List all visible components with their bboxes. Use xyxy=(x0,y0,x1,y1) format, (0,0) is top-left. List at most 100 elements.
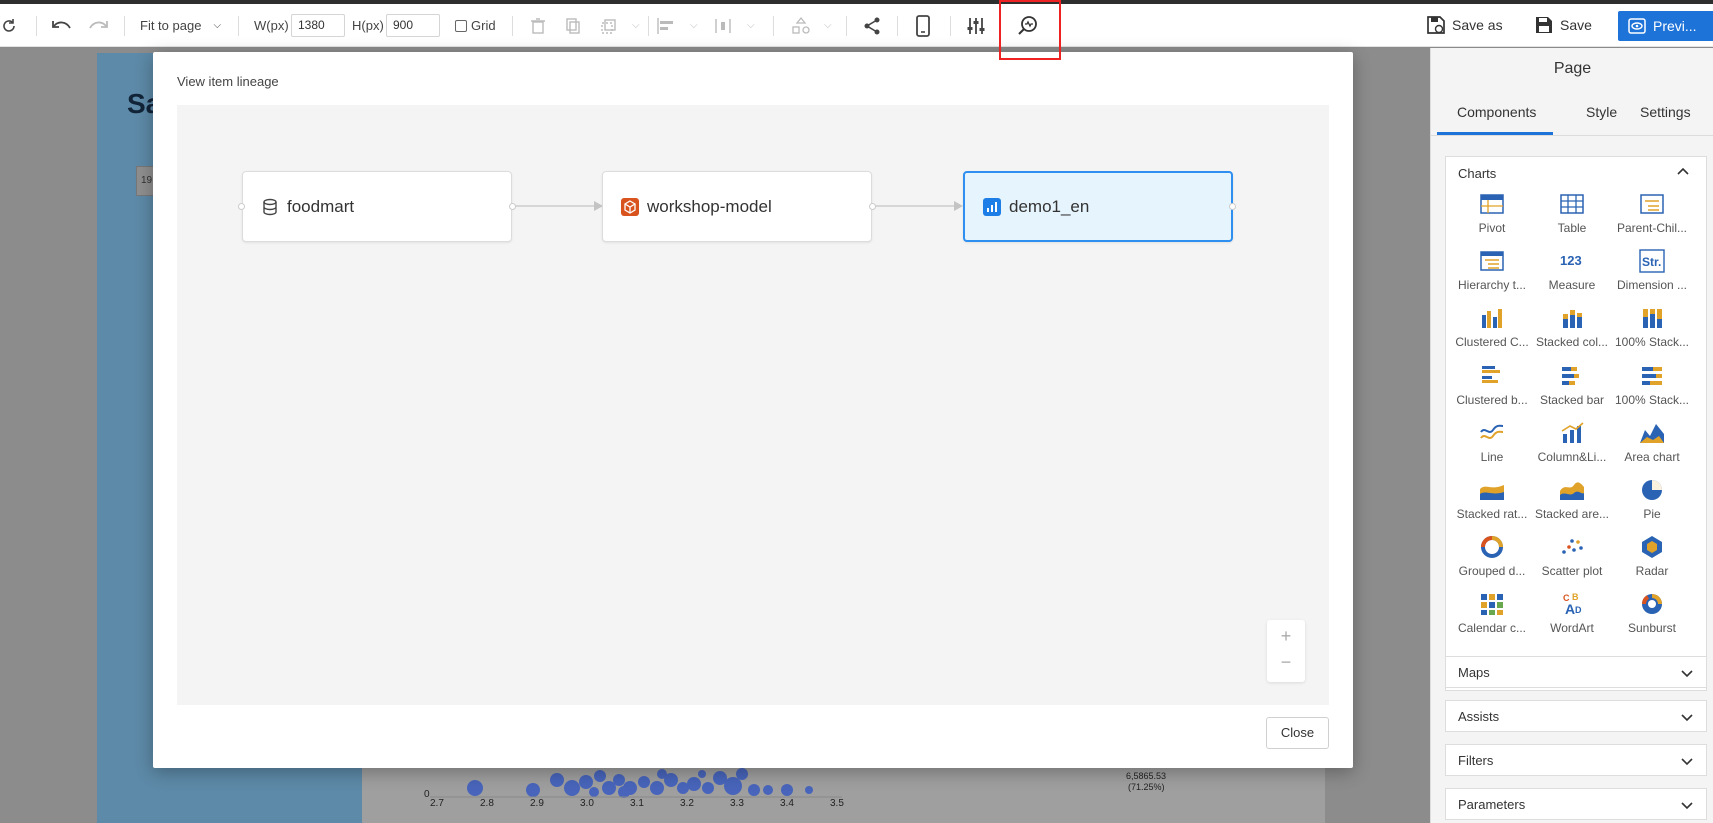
chart-component-table[interactable]: Table xyxy=(1532,191,1612,235)
chart-component-measure[interactable]: 123 Measure xyxy=(1532,248,1612,292)
lineage-node-workshop-model[interactable]: workshop-model xyxy=(602,171,872,242)
chart-component-pie[interactable]: Pie xyxy=(1612,477,1692,521)
lineage-dialog: View item lineage foodmart workshop-mode… xyxy=(153,52,1353,768)
chart-component-calendar[interactable]: Calendar c... xyxy=(1452,591,1532,635)
preview-label: Previ... xyxy=(1653,18,1697,34)
clustered-bar-icon xyxy=(1479,363,1505,389)
toolbar-divider xyxy=(36,16,37,36)
chart-component-grouped-donut[interactable]: Grouped d... xyxy=(1452,534,1532,578)
chart-component-hierarchy[interactable]: Hierarchy t... xyxy=(1452,248,1532,292)
grid-toggle[interactable]: Grid xyxy=(455,4,496,47)
settings-sliders-icon[interactable] xyxy=(966,4,986,47)
chart-component-parent-child[interactable]: Parent-Chil... xyxy=(1612,191,1692,235)
toolbar-divider xyxy=(512,16,513,36)
height-input[interactable]: 900 xyxy=(386,14,440,37)
tab-settings[interactable]: Settings xyxy=(1640,104,1691,120)
pie-icon xyxy=(1639,477,1665,503)
lineage-graph[interactable]: foodmart workshop-model demo1_en + − xyxy=(177,105,1329,705)
section-maps[interactable]: Maps xyxy=(1445,656,1707,688)
zoom-in-button[interactable]: + xyxy=(1267,626,1305,647)
calendar-icon xyxy=(1479,591,1505,617)
width-input[interactable]: 1380 xyxy=(291,14,345,37)
refresh-icon[interactable] xyxy=(0,4,20,47)
node-port xyxy=(869,203,876,210)
undo-icon[interactable] xyxy=(50,4,74,47)
chart-component-label: Sunburst xyxy=(1627,621,1677,636)
scatter-point xyxy=(781,784,793,796)
tab-style[interactable]: Style xyxy=(1586,104,1617,120)
chart-component-percent-stacked-bar[interactable]: 100% Stack... xyxy=(1612,363,1692,407)
highlight-box xyxy=(999,0,1061,60)
chart-component-column-line[interactable]: Column&Li... xyxy=(1532,420,1612,464)
chart-component-clustered-column[interactable]: Clustered C... xyxy=(1452,305,1532,349)
radar-icon xyxy=(1639,534,1665,560)
chart-component-scatter[interactable]: Scatter plot xyxy=(1532,534,1612,578)
chart-component-clustered-bar[interactable]: Clustered b... xyxy=(1452,363,1532,407)
chevron-down-icon xyxy=(1680,754,1694,771)
mobile-icon[interactable] xyxy=(915,4,931,47)
chart-component-label: Parent-Chil... xyxy=(1616,221,1688,235)
chart-component-dimension[interactable]: Str. Dimension ... xyxy=(1612,248,1692,292)
x-tick-label: 3.3 xyxy=(730,798,744,809)
redo-icon[interactable] xyxy=(86,4,110,47)
save-button[interactable]: Save xyxy=(1534,10,1592,40)
share-icon[interactable] xyxy=(862,4,882,47)
chart-component-label: Pie xyxy=(1643,507,1661,521)
save-as-icon xyxy=(1427,16,1445,34)
chevron-up-icon[interactable] xyxy=(1676,165,1690,182)
chart-component-wordart[interactable]: C B A D WordArt xyxy=(1532,591,1612,635)
chart-component-pivot[interactable]: Pivot xyxy=(1452,191,1532,235)
layer-dropdown[interactable]: ⌵ xyxy=(600,4,640,47)
section-label: Assists xyxy=(1458,709,1500,724)
chart-component-label: Clustered b... xyxy=(1456,392,1528,407)
chart-component-stacked-column[interactable]: Stacked col... xyxy=(1532,305,1612,349)
chart-component-stacked-bar[interactable]: Stacked bar xyxy=(1532,363,1612,407)
section-filters[interactable]: Filters xyxy=(1445,744,1707,776)
background-scatter-chart xyxy=(430,768,842,798)
lineage-node-foodmart[interactable]: foodmart xyxy=(242,171,512,242)
save-as-button[interactable]: Save as xyxy=(1426,10,1503,40)
height-label: H(px) xyxy=(352,18,384,33)
chart-component-area[interactable]: Area chart xyxy=(1612,420,1692,464)
toolbar-divider xyxy=(648,16,649,36)
database-icon xyxy=(263,198,277,215)
lineage-node-demo1-en[interactable]: demo1_en xyxy=(963,171,1233,242)
scatter-point xyxy=(638,776,650,788)
delete-icon[interactable] xyxy=(530,4,546,47)
chart-component-line[interactable]: Line xyxy=(1452,420,1532,464)
chart-component-sunburst[interactable]: Sunburst xyxy=(1612,591,1692,635)
section-label: Maps xyxy=(1458,665,1490,680)
svg-text:Str.: Str. xyxy=(1642,255,1661,269)
chart-component-label: Line xyxy=(1480,449,1504,464)
chart-component-stacked-area[interactable]: Stacked are... xyxy=(1532,477,1612,521)
grid-checkbox[interactable] xyxy=(455,19,467,32)
edge-arrow xyxy=(954,201,963,211)
distribute-icon xyxy=(715,18,731,33)
section-assists[interactable]: Assists xyxy=(1445,700,1707,732)
distribute-dropdown[interactable]: ⌵ xyxy=(713,4,755,47)
charts-header[interactable]: Charts xyxy=(1458,166,1496,181)
save-icon xyxy=(1536,17,1552,33)
preview-button[interactable]: Previ... xyxy=(1618,11,1713,41)
hierarchy-icon xyxy=(1479,248,1505,274)
x-tick-label: 3.5 xyxy=(830,798,844,809)
chart-component-label: Stacked are... xyxy=(1534,507,1610,521)
fit-label: Fit to page xyxy=(140,18,202,33)
measure-icon: 123 xyxy=(1559,248,1585,274)
align-dropdown[interactable]: ⌵ xyxy=(656,4,698,47)
tab-components[interactable]: Components xyxy=(1457,104,1536,120)
copy-icon[interactable] xyxy=(565,4,581,47)
toolbar: Fit to page ⌵ W(px) 1380 H(px) 900 Grid … xyxy=(0,4,1713,47)
chevron-down-icon xyxy=(1680,798,1694,815)
chevron-down-icon: ⌵ xyxy=(213,20,222,31)
chart-component-label: Dimension ... xyxy=(1616,278,1688,293)
group-dropdown[interactable]: ⌵ xyxy=(790,4,832,47)
chart-component-radar[interactable]: Radar xyxy=(1612,534,1692,578)
chart-component-stacked-ratio[interactable]: Stacked rat... xyxy=(1452,477,1532,521)
section-parameters[interactable]: Parameters xyxy=(1445,788,1707,820)
fit-dropdown[interactable]: Fit to page ⌵ xyxy=(140,4,221,47)
close-button[interactable]: Close xyxy=(1266,717,1329,749)
chart-component-percent-stacked-column[interactable]: 100% Stack... xyxy=(1612,305,1692,349)
width-label: W(px) xyxy=(254,18,289,33)
zoom-out-button[interactable]: − xyxy=(1267,652,1305,673)
